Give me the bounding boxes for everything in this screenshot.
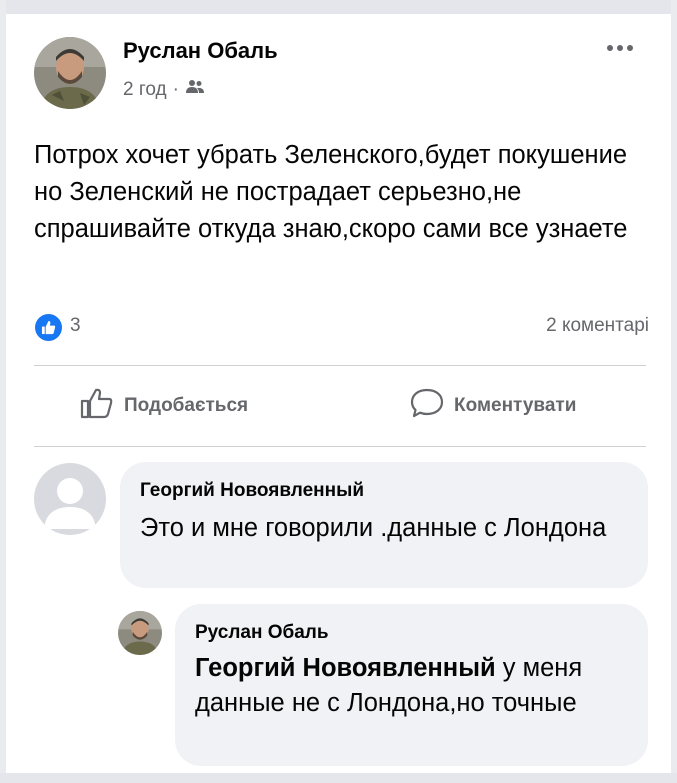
author-avatar-image — [34, 37, 106, 109]
divider-bottom — [34, 446, 646, 447]
comment-author[interactable]: Георгий Новоявленный — [140, 480, 364, 502]
top-band — [0, 0, 677, 14]
more-options-icon[interactable] — [600, 34, 640, 62]
comment-button-label: Коментувати — [454, 395, 577, 416]
comment-bubble-icon — [410, 387, 444, 425]
commenter-avatar[interactable] — [34, 463, 106, 535]
comment-text: Это и мне говорили .данные с Лондона — [140, 514, 607, 542]
comment-bubble: Георгий Новоявленный Это и мне говорили … — [120, 462, 648, 588]
reply-text: Георгий Новоявленный у меня данные не с … — [195, 651, 631, 721]
divider-top — [34, 365, 646, 366]
like-reaction-icon[interactable] — [35, 314, 62, 341]
reply-author-avatar[interactable] — [118, 611, 162, 655]
left-edge — [0, 0, 6, 783]
reply-avatar-image — [118, 611, 162, 655]
bottom-band — [0, 773, 677, 783]
post-author-name[interactable]: Руслан Обаль — [123, 38, 278, 64]
post-meta: 2 год · — [123, 79, 205, 101]
thumbs-up-icon — [80, 387, 114, 425]
like-button[interactable]: Подобається — [80, 386, 248, 426]
comment-button[interactable]: Коментувати — [410, 386, 576, 426]
comments-count[interactable]: 2 коментарі — [546, 315, 649, 337]
post-time[interactable]: 2 год — [123, 79, 167, 101]
reply-bubble: Руслан Обаль Георгий Новоявленный у меня… — [175, 604, 648, 766]
post-text: Потрох хочет убрать Зеленского,будет пок… — [34, 141, 628, 243]
author-avatar[interactable] — [34, 37, 106, 109]
right-edge — [671, 0, 677, 783]
reactions-count[interactable]: 3 — [70, 315, 81, 337]
reply-mention[interactable]: Георгий Новоявленный — [195, 654, 496, 682]
like-button-label: Подобається — [124, 395, 249, 416]
friends-icon[interactable] — [185, 79, 205, 101]
default-avatar-icon — [44, 478, 96, 529]
reply-author[interactable]: Руслан Обаль — [195, 622, 329, 644]
meta-separator: · — [172, 79, 179, 100]
